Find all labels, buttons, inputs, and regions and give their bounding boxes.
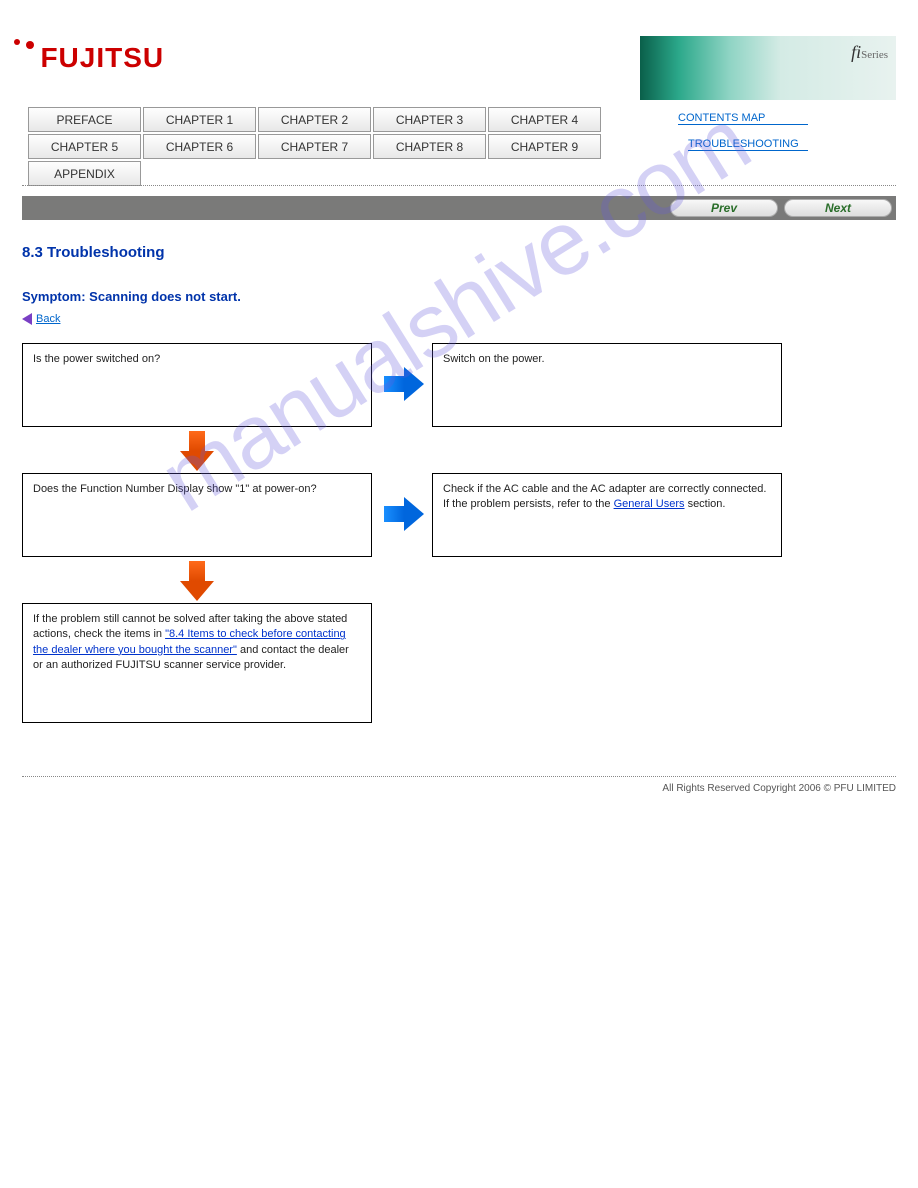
nav-chapter-2[interactable]: CHAPTER 2 (258, 107, 371, 132)
section-title: 8.3 Troubleshooting (22, 244, 896, 261)
arrow-right-icon (384, 367, 424, 401)
fi-series-banner: fiSeries (640, 36, 896, 100)
back-label: Back (36, 313, 60, 325)
symptom-title: Symptom: Scanning does not start. (22, 289, 896, 304)
divider-top (22, 185, 896, 186)
flow-box-1: Is the power switched on? (22, 343, 372, 427)
nav-row-2: CHAPTER 5 CHAPTER 6 CHAPTER 7 CHAPTER 8 … (28, 134, 601, 159)
copyright-text: All Rights Reserved Copyright 2006 © PFU… (22, 783, 896, 794)
flow-box-5: If the problem still cannot be solved af… (22, 603, 372, 723)
nav-preface[interactable]: PREFACE (28, 107, 141, 132)
prev-button[interactable]: Prev (670, 199, 778, 217)
nav-chapter-1[interactable]: CHAPTER 1 (143, 107, 256, 132)
link-contents-map[interactable]: CONTENTS MAP (678, 112, 808, 125)
flow-box-3: Does the Function Number Display show "1… (22, 473, 372, 557)
nav-appendix[interactable]: APPENDIX (28, 161, 141, 186)
nav-row-3: APPENDIX (28, 161, 141, 186)
nav-chapter-3[interactable]: CHAPTER 3 (373, 107, 486, 132)
fujitsu-logo: FUJITSU (22, 42, 164, 74)
next-button[interactable]: Next (784, 199, 892, 217)
nav-chapter-6[interactable]: CHAPTER 6 (143, 134, 256, 159)
back-link[interactable]: Back (22, 313, 60, 325)
flow-a1: Switch on the power. (443, 353, 545, 365)
nav-chapter-5[interactable]: CHAPTER 5 (28, 134, 141, 159)
back-triangle-icon (22, 313, 32, 325)
arrow-right-icon (384, 497, 424, 531)
nav-row-1: PREFACE CHAPTER 1 CHAPTER 2 CHAPTER 3 CH… (28, 107, 601, 132)
arrow-down-icon (180, 561, 214, 601)
logo-text: FUJITSU (40, 42, 164, 73)
banner-fi: fi (851, 42, 861, 62)
nav-chapter-8[interactable]: CHAPTER 8 (373, 134, 486, 159)
nav-chapter-9[interactable]: CHAPTER 9 (488, 134, 601, 159)
banner-series: Series (861, 49, 888, 61)
divider-bottom (22, 776, 896, 777)
nav-chapter-4[interactable]: CHAPTER 4 (488, 107, 601, 132)
flow-q2: Does the Function Number Display show "1… (33, 483, 317, 495)
flow-a2-suffix: section. (688, 498, 726, 510)
nav-chapter-7[interactable]: CHAPTER 7 (258, 134, 371, 159)
flow-box-2: Switch on the power. (432, 343, 782, 427)
prev-next-bar: Prev Next (22, 196, 896, 220)
link-troubleshooting[interactable]: TROUBLESHOOTING (688, 138, 808, 151)
general-users-link[interactable]: General Users (614, 498, 685, 510)
flow-box-4: Check if the AC cable and the AC adapter… (432, 473, 782, 557)
arrow-down-icon (180, 431, 214, 471)
flow-q1: Is the power switched on? (33, 353, 160, 365)
